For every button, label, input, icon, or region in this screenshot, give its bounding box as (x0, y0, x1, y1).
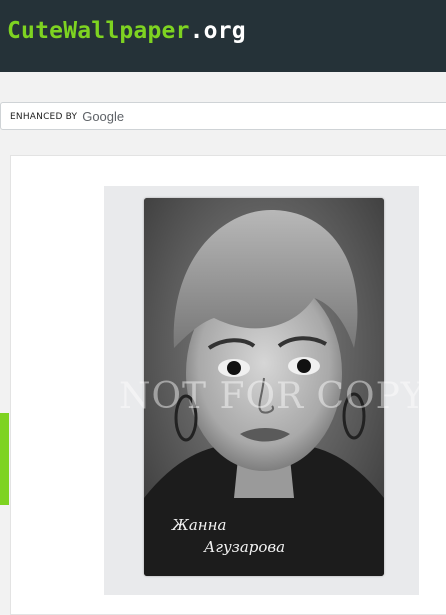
watermark-text: NOT FOR COPY (119, 376, 426, 417)
search-branding-provider: Google (82, 109, 125, 124)
site-header: CuteWallpaper.org (0, 0, 446, 72)
search-input[interactable]: ENHANCED BY Google (0, 102, 446, 130)
site-logo[interactable]: CuteWallpaper.org (7, 18, 246, 44)
svg-text:Жанна: Жанна (171, 516, 227, 534)
logo-brand: CuteWallpaper (7, 18, 190, 44)
logo-tld: .org (189, 18, 246, 44)
search-branding-label: ENHANCED BY (10, 111, 78, 122)
side-tab-handle[interactable] (0, 413, 9, 505)
svg-text:Агузарова: Агузарова (203, 538, 285, 556)
search-branding: ENHANCED BY Google (10, 109, 124, 124)
wallpaper-image[interactable]: Жанна Агузарова NOT FOR COPY (104, 186, 426, 595)
